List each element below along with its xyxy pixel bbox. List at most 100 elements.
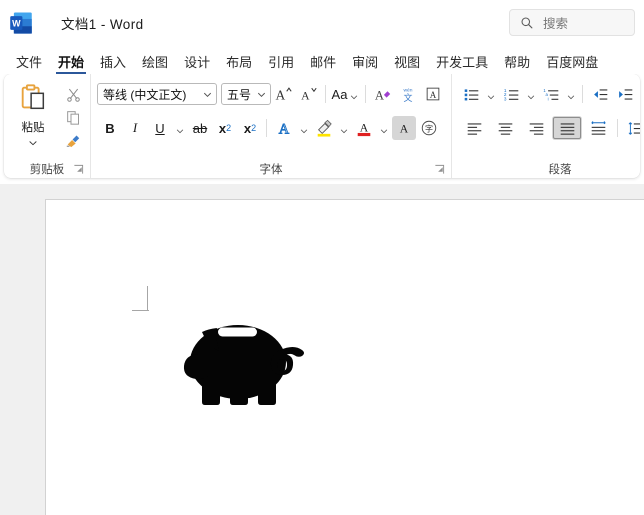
separator [325, 85, 326, 103]
search-input-placeholder[interactable]: 搜索 [543, 13, 568, 32]
svg-text:A: A [400, 123, 409, 136]
strikethrough-button[interactable]: ab [188, 116, 212, 140]
font-color-dropdown[interactable] [377, 116, 391, 140]
multilevel-list-button[interactable]: 1 a i [539, 82, 563, 106]
chevron-down-icon[interactable] [256, 89, 267, 100]
tab-layout[interactable]: 布局 [218, 55, 260, 74]
tab-design[interactable]: 设计 [176, 55, 218, 74]
clear-formatting-button[interactable]: A [371, 82, 395, 106]
distribute-text-button[interactable] [583, 116, 613, 140]
scissors-icon [66, 88, 80, 102]
paste-button[interactable]: 粘贴 [10, 79, 56, 160]
subscript-button[interactable]: x2 [213, 116, 237, 140]
clipboard-dialog-launcher[interactable] [73, 164, 84, 175]
decrease-indent-button[interactable] [588, 82, 612, 106]
bullets-dropdown[interactable] [484, 82, 498, 106]
line-spacing-button[interactable] [623, 116, 640, 140]
ribbon-container: 粘贴 剪贴板 等线 (中文正文) 五号 A A Aa A wén 文 A B I… [0, 74, 644, 184]
underline-label: U [155, 120, 165, 136]
tab-insert[interactable]: 插入 [92, 55, 134, 74]
italic-label: I [132, 120, 138, 135]
ribbon-group-paragraph: 1 2 3 1 a i 段落 [451, 74, 640, 178]
superscript-button[interactable]: x2 [238, 116, 262, 140]
distribute-text-icon [590, 120, 606, 135]
chevron-down-icon[interactable] [566, 89, 577, 100]
tab-draw[interactable]: 绘图 [134, 55, 176, 74]
chevron-down-icon[interactable] [299, 123, 310, 134]
text-effects-dropdown[interactable] [297, 116, 311, 140]
bold-label: B [105, 120, 115, 136]
ribbon-group-font: 等线 (中文正文) 五号 A A Aa A wén 文 A B I U ab x… [90, 74, 451, 178]
phonetic-guide-button[interactable]: wén 文 [396, 82, 420, 106]
font-color-button[interactable]: A [352, 116, 376, 140]
tab-file[interactable]: 文件 [8, 55, 50, 74]
chevron-down-icon[interactable] [175, 123, 186, 134]
phonetic-guide-icon: wén 文 [403, 87, 412, 103]
enclose-character-button[interactable]: 字 [417, 116, 441, 140]
svg-text:W: W [12, 18, 21, 28]
justify-button[interactable] [552, 116, 582, 140]
font-color-icon: A [357, 122, 371, 137]
shrink-font-button[interactable]: A [297, 82, 321, 106]
character-border-button[interactable]: A [421, 82, 445, 106]
strikethrough-label: ab [192, 120, 208, 136]
grow-font-icon: A [276, 87, 292, 102]
search-icon [520, 16, 534, 30]
svg-text:字: 字 [425, 124, 433, 134]
tab-baidu-netdisk[interactable]: 百度网盘 [538, 55, 606, 74]
tab-references[interactable]: 引用 [260, 55, 302, 74]
change-case-label: Aa [331, 86, 348, 102]
text-highlight-button[interactable] [312, 116, 336, 140]
decrease-indent-icon [593, 88, 607, 100]
ribbon-tab-strip: 文件 开始 插入 绘图 设计 布局 引用 邮件 审阅 视图 开发工具 帮助 百度… [0, 46, 644, 74]
chevron-down-icon[interactable] [27, 135, 39, 153]
cut-button[interactable] [62, 84, 84, 104]
paste-icon [18, 83, 48, 118]
font-name-combobox[interactable]: 等线 (中文正文) [97, 83, 217, 105]
tab-view[interactable]: 视图 [386, 55, 428, 74]
underline-button[interactable]: U [148, 116, 172, 140]
separator [266, 119, 267, 137]
text-effects-button[interactable]: A [272, 116, 296, 140]
numbering-button[interactable]: 1 2 3 [499, 82, 523, 106]
copy-button[interactable] [62, 107, 84, 127]
increase-indent-button[interactable] [613, 82, 637, 106]
numbering-dropdown[interactable] [524, 82, 538, 106]
tab-mailings[interactable]: 邮件 [302, 55, 344, 74]
bold-button[interactable]: B [98, 116, 122, 140]
chevron-down-icon[interactable] [349, 89, 360, 100]
change-case-button[interactable]: Aa [331, 82, 361, 106]
chevron-down-icon[interactable] [526, 89, 537, 100]
tab-help[interactable]: 帮助 [496, 55, 538, 74]
chevron-down-icon[interactable] [339, 123, 350, 134]
bullets-button[interactable] [459, 82, 483, 106]
align-center-icon [498, 122, 512, 135]
document-canvas[interactable] [0, 189, 644, 515]
align-left-button[interactable] [459, 116, 489, 140]
ribbon: 粘贴 剪贴板 等线 (中文正文) 五号 A A Aa A wén 文 A B I… [4, 74, 640, 178]
chevron-down-icon[interactable] [486, 89, 497, 100]
chevron-down-icon[interactable] [202, 89, 213, 100]
text-highlight-dropdown[interactable] [337, 116, 351, 140]
character-shading-button[interactable]: A [392, 116, 416, 140]
tab-developer[interactable]: 开发工具 [428, 55, 496, 74]
align-center-button[interactable] [490, 116, 520, 140]
tab-home[interactable]: 开始 [50, 55, 92, 74]
multilevel-list-dropdown[interactable] [564, 82, 578, 106]
align-right-button[interactable] [521, 116, 551, 140]
increase-indent-icon [618, 88, 632, 100]
grow-font-button[interactable]: A [272, 82, 296, 106]
underline-dropdown[interactable] [173, 116, 187, 140]
format-painter-button[interactable] [62, 130, 84, 150]
font-size-combobox[interactable]: 五号 [221, 83, 271, 105]
search-box[interactable]: 搜索 [509, 9, 635, 36]
svg-text:A: A [430, 90, 437, 100]
separator [365, 85, 366, 103]
italic-button[interactable]: I [123, 116, 147, 140]
tab-review[interactable]: 审阅 [344, 55, 386, 74]
document-page[interactable] [45, 199, 644, 515]
piggy-bank-icon[interactable] [176, 312, 306, 417]
chevron-down-icon[interactable] [379, 123, 390, 134]
font-dialog-launcher[interactable] [434, 164, 445, 175]
svg-text:A: A [279, 121, 290, 137]
